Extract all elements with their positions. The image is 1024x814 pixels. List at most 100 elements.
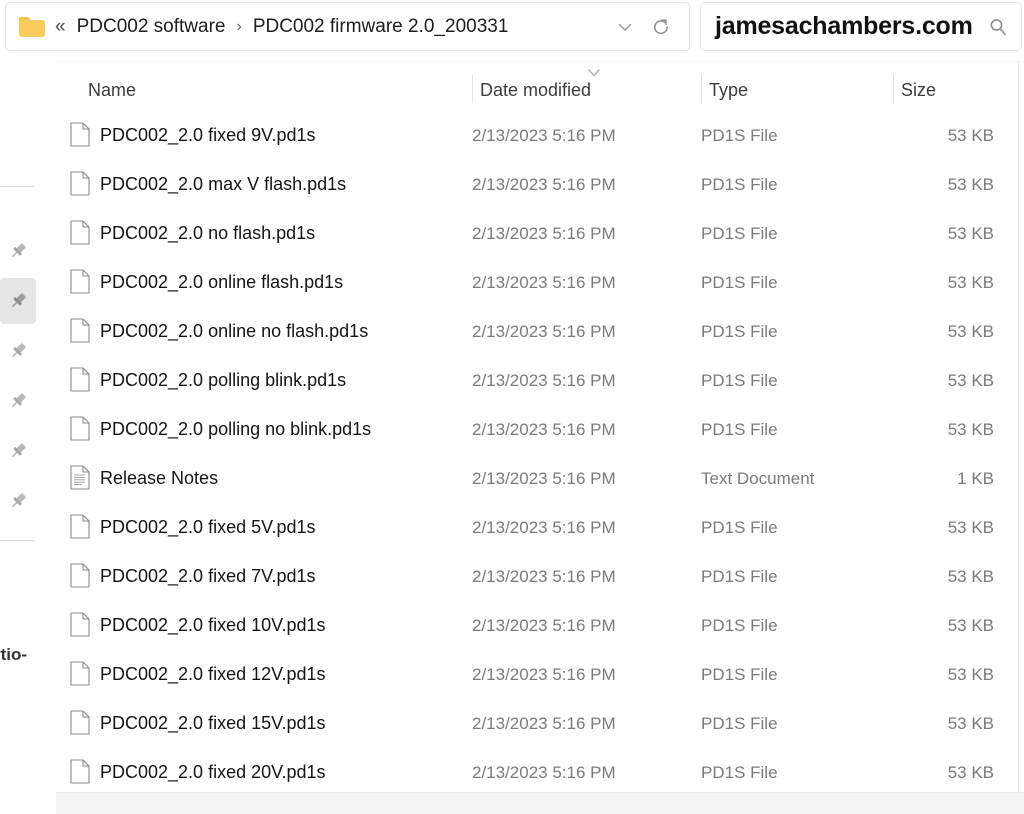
- file-icon: [70, 612, 90, 637]
- file-icon: [70, 171, 90, 196]
- file-size: 53 KB: [947, 763, 994, 782]
- address-bar[interactable]: « PDC002 software › PDC002 firmware 2.0_…: [5, 2, 690, 51]
- file-row[interactable]: PDC002_2.0 fixed 12V.pd1s 2/13/2023 5:16 …: [56, 651, 1024, 700]
- clipped-sidebar-label: rtio-: [0, 645, 28, 664]
- file-name: PDC002_2.0 fixed 9V.pd1s: [100, 125, 316, 145]
- file-icon: [70, 220, 90, 245]
- file-size: 53 KB: [947, 322, 994, 341]
- file-date-modified: 2/13/2023 5:16 PM: [472, 322, 616, 341]
- file-size: 53 KB: [947, 273, 994, 292]
- file-size: 53 KB: [947, 126, 994, 145]
- file-date-modified: 2/13/2023 5:16 PM: [472, 518, 616, 537]
- file-row[interactable]: PDC002_2.0 fixed 15V.pd1s 2/13/2023 5:16 …: [56, 700, 1024, 749]
- sidebar-item-pinned-4[interactable]: [0, 378, 36, 424]
- file-row[interactable]: PDC002_2.0 fixed 5V.pd1s 2/13/2023 5:16 P…: [56, 504, 1024, 553]
- column-header-date-modified[interactable]: Date modified: [480, 80, 591, 101]
- text-document-icon: [70, 465, 90, 490]
- sidebar-item-pinned-6[interactable]: [0, 478, 36, 524]
- breadcrumb-overflow-chevron[interactable]: «: [55, 16, 66, 38]
- file-explorer-window: « PDC002 software › PDC002 firmware 2.0_…: [0, 0, 1024, 814]
- file-row[interactable]: Release Notes 2/13/2023 5:16 PM Text Docum…: [56, 455, 1024, 504]
- file-row[interactable]: PDC002_2.0 polling blink.pd1s 2/13/2023 5…: [56, 357, 1024, 406]
- file-icon: [70, 171, 90, 196]
- file-type: PD1S File: [701, 175, 778, 194]
- file-row[interactable]: PDC002_2.0 fixed 7V.pd1s 2/13/2023 5:16 P…: [56, 553, 1024, 602]
- breadcrumb-item-parent[interactable]: PDC002 software: [77, 16, 226, 38]
- file-icon: [70, 367, 90, 392]
- address-bar-row: « PDC002 software › PDC002 firmware 2.0_…: [0, 0, 1024, 60]
- file-date-modified: 2/13/2023 5:16 PM: [472, 420, 616, 439]
- chevron-down-icon[interactable]: [607, 9, 643, 45]
- column-header-size[interactable]: Size: [901, 80, 936, 101]
- file-icon: [70, 318, 90, 343]
- file-row[interactable]: PDC002_2.0 max V flash.pd1s 2/13/2023 5:1…: [56, 161, 1024, 210]
- file-row[interactable]: PDC002_2.0 no flash.pd1s 2/13/2023 5:16 P…: [56, 210, 1024, 259]
- file-date-modified: 2/13/2023 5:16 PM: [472, 224, 616, 243]
- file-type: PD1S File: [701, 714, 778, 733]
- file-date-modified: 2/13/2023 5:16 PM: [472, 469, 616, 488]
- nav-divider-top: [0, 186, 34, 187]
- sidebar-item-pinned-1[interactable]: [0, 228, 36, 274]
- refresh-icon[interactable]: [643, 9, 679, 45]
- file-icon: [70, 122, 90, 147]
- file-list: PDC002_2.0 fixed 9V.pd1s 2/13/2023 5:16 P…: [56, 112, 1024, 784]
- file-name: PDC002_2.0 online no flash.pd1s: [100, 321, 369, 341]
- chevron-up-icon: [585, 66, 603, 84]
- file-date-modified: 2/13/2023 5:16 PM: [472, 273, 616, 292]
- file-icon: [70, 514, 90, 539]
- file-name: PDC002_2.0 polling blink.pd1s: [100, 370, 347, 390]
- file-date-modified: 2/13/2023 5:16 PM: [472, 371, 616, 390]
- column-header-type[interactable]: Type: [709, 80, 748, 101]
- file-date-modified: 2/13/2023 5:16 PM: [472, 616, 616, 635]
- file-size: 53 KB: [947, 175, 994, 194]
- file-row[interactable]: PDC002_2.0 online flash.pd1s 2/13/2023 5:…: [56, 259, 1024, 308]
- search-box[interactable]: jamesachambers.com: [700, 2, 1022, 51]
- file-name: Release Notes: [100, 468, 219, 488]
- file-type: PD1S File: [701, 420, 778, 439]
- file-icon: [70, 122, 90, 147]
- file-size: 53 KB: [947, 714, 994, 733]
- pin-icon: [11, 443, 26, 458]
- file-type: Text Document: [701, 469, 815, 488]
- file-row[interactable]: PDC002_2.0 fixed 9V.pd1s 2/13/2023 5:16 P…: [56, 112, 1024, 161]
- file-icon: [70, 661, 90, 686]
- file-row[interactable]: PDC002_2.0 fixed 20V.pd1s 2/13/2023 5:16 …: [56, 749, 1024, 798]
- file-size: 53 KB: [947, 665, 994, 684]
- sidebar-item-pinned-2[interactable]: [0, 278, 36, 324]
- file-name: PDC002_2.0 polling no blink.pd1s: [100, 419, 372, 439]
- file-name: PDC002_2.0 fixed 5V.pd1s: [100, 517, 316, 537]
- file-icon: [70, 514, 90, 539]
- text-document-icon: [70, 465, 90, 490]
- column-divider-size[interactable]: [893, 74, 894, 103]
- column-divider-type[interactable]: [701, 74, 702, 103]
- sidebar-item-pinned-5[interactable]: [0, 428, 36, 474]
- file-row[interactable]: PDC002_2.0 fixed 10V.pd1s 2/13/2023 5:16 …: [56, 602, 1024, 651]
- file-icon: [70, 220, 90, 245]
- file-icon: [70, 318, 90, 343]
- file-name: PDC002_2.0 fixed 20V.pd1s: [100, 762, 326, 782]
- file-icon: [70, 269, 90, 294]
- file-size: 53 KB: [947, 420, 994, 439]
- file-name: PDC002_2.0 fixed 15V.pd1s: [100, 713, 326, 733]
- folder-icon: [19, 16, 45, 37]
- column-divider-date[interactable]: [472, 74, 473, 103]
- breadcrumb-item-current[interactable]: PDC002 firmware 2.0_200331: [253, 16, 509, 38]
- column-header-name[interactable]: Name: [88, 80, 136, 101]
- search-icon[interactable]: [981, 10, 1015, 44]
- file-row[interactable]: PDC002_2.0 online no flash.pd1s 2/13/2023…: [56, 308, 1024, 357]
- file-date-modified: 2/13/2023 5:16 PM: [472, 175, 616, 194]
- breadcrumb-separator: ›: [236, 17, 242, 35]
- file-size: 53 KB: [947, 518, 994, 537]
- file-size: 53 KB: [947, 371, 994, 390]
- file-date-modified: 2/13/2023 5:16 PM: [472, 763, 616, 782]
- file-type: PD1S File: [701, 273, 778, 292]
- file-row[interactable]: PDC002_2.0 polling no blink.pd1s 2/13/202…: [56, 406, 1024, 455]
- search-input[interactable]: jamesachambers.com: [715, 12, 973, 41]
- file-icon: [70, 416, 90, 441]
- file-name: PDC002_2.0 max V flash.pd1s: [100, 174, 347, 194]
- file-type: PD1S File: [701, 567, 778, 586]
- file-type: PD1S File: [701, 763, 778, 782]
- file-type: PD1S File: [701, 126, 778, 145]
- file-icon: [70, 612, 90, 637]
- sidebar-item-pinned-3[interactable]: [0, 328, 36, 374]
